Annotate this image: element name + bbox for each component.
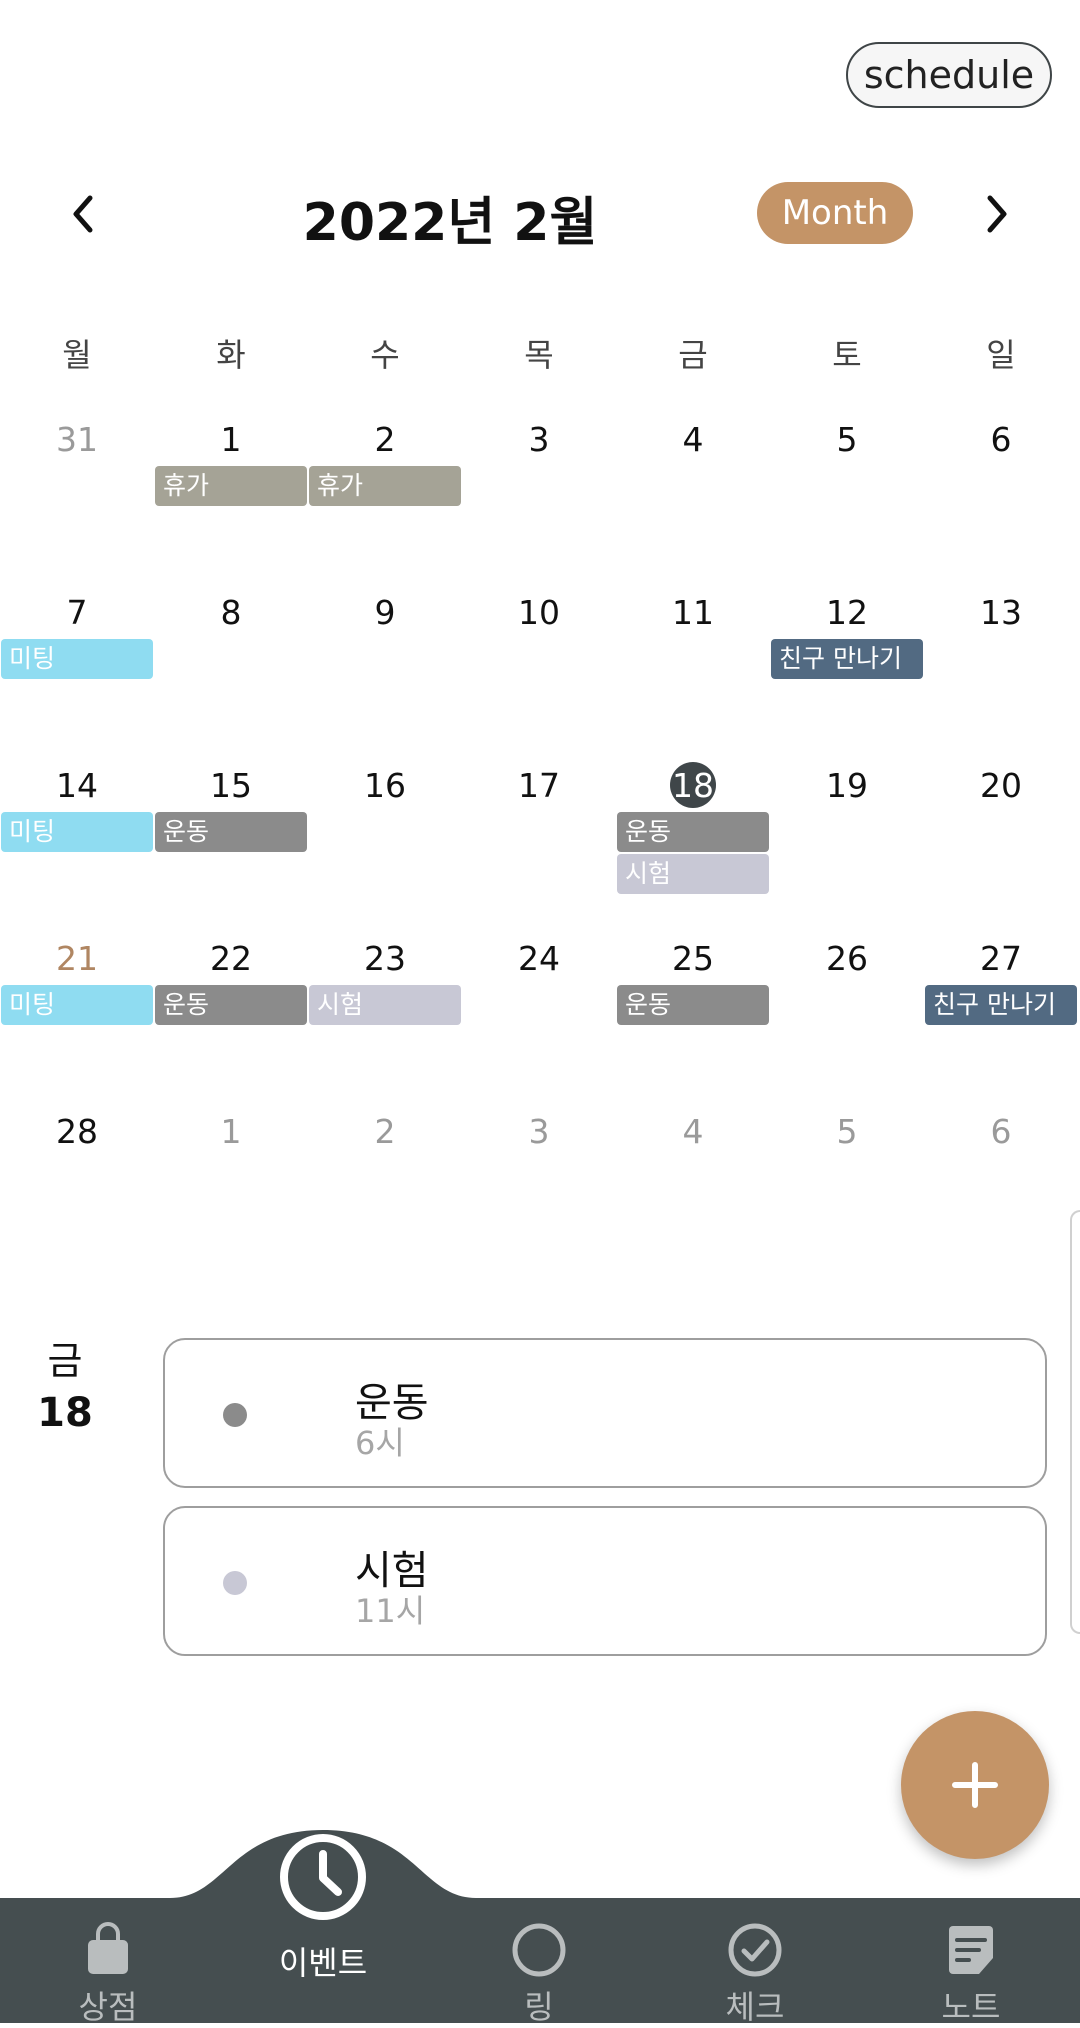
calendar-day[interactable]: 6 (924, 420, 1078, 459)
calendar-day[interactable]: 2 (308, 1112, 462, 1151)
note-icon (949, 1926, 993, 1974)
schedule-button[interactable]: schedule (846, 42, 1052, 108)
calendar-day[interactable]: 3 (462, 1112, 616, 1151)
calendar-event-chip[interactable]: 운동 (155, 985, 307, 1025)
calendar-day[interactable]: 17 (462, 766, 616, 805)
event-card[interactable]: 시험 11시 (163, 1506, 1047, 1656)
event-time: 6시 (355, 1424, 405, 1462)
calendar-day[interactable]: 23 (308, 939, 462, 978)
ring-icon (512, 1923, 566, 1977)
tab-note[interactable]: 노트 (896, 1920, 1046, 2028)
plus-icon (952, 1762, 998, 1808)
tab-label: 노트 (941, 1988, 1001, 2026)
weekday-label: 화 (216, 336, 246, 374)
calendar-day[interactable]: 19 (770, 766, 924, 805)
calendar-day[interactable]: 20 (924, 766, 1078, 805)
calendar-event-chip[interactable]: 운동 (617, 812, 769, 852)
calendar-event-chip[interactable]: 운동 (617, 985, 769, 1025)
calendar-day[interactable]: 2 (308, 420, 462, 459)
calendar-day[interactable]: 1 (154, 1112, 308, 1151)
calendar-day[interactable]: 11 (616, 593, 770, 632)
calendar-day[interactable]: 5 (770, 420, 924, 459)
calendar-day[interactable]: 21 (0, 939, 154, 978)
calendar-day[interactable]: 8 (154, 593, 308, 632)
calendar-day[interactable]: 12 (770, 593, 924, 632)
next-month-button[interactable] (966, 184, 1026, 244)
calendar-day[interactable]: 9 (308, 593, 462, 632)
calendar-event-chip[interactable]: 휴가 (309, 466, 461, 506)
month-view-toggle[interactable]: Month (757, 182, 913, 244)
calendar-day[interactable]: 24 (462, 939, 616, 978)
calendar-day[interactable]: 28 (0, 1112, 154, 1151)
event-time: 11시 (355, 1592, 426, 1630)
chevron-left-icon (73, 195, 93, 233)
weekday-label: 금 (678, 336, 708, 374)
calendar-event-chip[interactable]: 미팅 (1, 639, 153, 679)
calendar-event-chip[interactable]: 친구 만나기 (925, 985, 1077, 1025)
tab-event[interactable]: 이벤트 (248, 1832, 398, 1984)
calendar-day[interactable]: 6 (924, 1112, 1078, 1151)
calendar-event-chip[interactable]: 시험 (309, 985, 461, 1025)
side-drawer-handle[interactable] (1070, 1210, 1080, 1634)
calendar-day[interactable]: 18 (616, 766, 770, 805)
shopping-bag-icon (88, 1922, 128, 1974)
chevron-right-icon (987, 195, 1007, 233)
tab-label: 상점 (78, 1988, 138, 2026)
tab-label: 이벤트 (278, 1944, 368, 1982)
calendar-day[interactable]: 7 (0, 593, 154, 632)
calendar-day[interactable]: 4 (616, 420, 770, 459)
calendar-event-chip[interactable]: 시험 (617, 854, 769, 894)
selected-day-number: 18 (37, 1390, 93, 1436)
tab-shop[interactable]: 상점 (33, 1920, 183, 2028)
calendar-day[interactable]: 22 (154, 939, 308, 978)
calendar-event-chip[interactable]: 운동 (155, 812, 307, 852)
prev-month-button[interactable] (54, 184, 114, 244)
clock-icon (280, 1834, 366, 1920)
calendar-event-chip[interactable]: 친구 만나기 (771, 639, 923, 679)
event-color-dot (223, 1571, 247, 1595)
weekday-label: 토 (832, 336, 862, 374)
calendar-day[interactable]: 31 (0, 420, 154, 459)
check-circle-icon (728, 1923, 782, 1977)
calendar-day[interactable]: 15 (154, 766, 308, 805)
event-card[interactable]: 운동 6시 (163, 1338, 1047, 1488)
calendar-day[interactable]: 16 (308, 766, 462, 805)
calendar-day[interactable]: 4 (616, 1112, 770, 1151)
calendar-day[interactable]: 13 (924, 593, 1078, 632)
weekday-label: 수 (370, 336, 400, 374)
calendar-day[interactable]: 25 (616, 939, 770, 978)
weekday-label: 일 (986, 336, 1016, 374)
calendar-day[interactable]: 10 (462, 593, 616, 632)
calendar-day[interactable]: 14 (0, 766, 154, 805)
calendar-event-chip[interactable]: 휴가 (155, 466, 307, 506)
calendar-day[interactable]: 26 (770, 939, 924, 978)
calendar-day[interactable]: 5 (770, 1112, 924, 1151)
tab-label: 링 (524, 1988, 554, 2026)
tab-label: 체크 (725, 1988, 785, 2026)
month-title: 2022년 2월 (302, 193, 598, 253)
calendar-day[interactable]: 1 (154, 420, 308, 459)
calendar-event-chip[interactable]: 미팅 (1, 812, 153, 852)
calendar-event-chip[interactable]: 미팅 (1, 985, 153, 1025)
calendar-day[interactable]: 27 (924, 939, 1078, 978)
tab-check[interactable]: 체크 (680, 1920, 830, 2028)
tab-ring[interactable]: 링 (464, 1920, 614, 2028)
weekday-label: 월 (62, 336, 92, 374)
event-color-dot (223, 1403, 247, 1427)
calendar-day[interactable]: 3 (462, 420, 616, 459)
weekday-header: 월 화 수 목 금 토 일 (0, 330, 1080, 380)
selected-weekday: 금 (47, 1339, 83, 1383)
weekday-label: 목 (524, 336, 554, 374)
